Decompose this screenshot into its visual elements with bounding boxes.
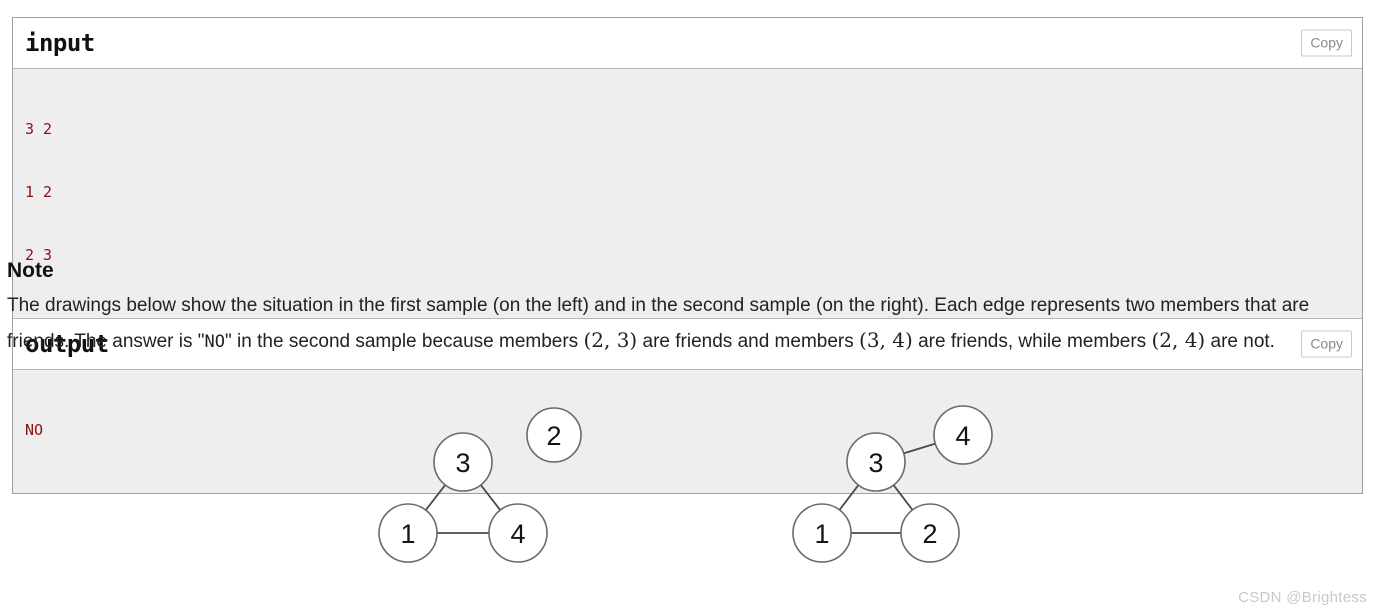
note-pair-3-4: (3, 4) (859, 328, 913, 352)
graph-edge-3-4 (480, 484, 501, 511)
input-code-block[interactable]: 3 2 1 2 2 3 (13, 69, 1362, 319)
first-sample-graph: 1 4 3 2 (378, 407, 582, 563)
graph-node-3: 3 (433, 432, 493, 492)
graph-node-label: 1 (400, 519, 415, 549)
graph-node-label: 2 (546, 421, 561, 451)
graph-node-1: 1 (378, 503, 438, 563)
graph-node-label: 4 (510, 519, 525, 549)
graph-edge-1-3 (425, 484, 446, 511)
sample-graphs-illustration: 1 4 3 2 1 2 3 4 (0, 396, 1381, 576)
input-header: input Copy (13, 18, 1362, 69)
graph-node-label: 3 (455, 448, 470, 478)
graph-node-label: 3 (868, 448, 883, 478)
graph-node-label: 1 (814, 519, 829, 549)
note-text-part-4: are friends, while members (912, 331, 1152, 352)
graph-edge-1-3 (838, 484, 860, 511)
note-text-part-2: " in the second sample because members (225, 331, 584, 352)
graph-node-label: 2 (922, 519, 937, 549)
copy-input-button[interactable]: Copy (1301, 29, 1352, 57)
graph-node-2: 2 (526, 407, 582, 463)
graph-node-4: 4 (933, 405, 993, 465)
csdn-watermark: CSDN @Brightess (1238, 589, 1367, 606)
graph-edge-3-4 (903, 442, 936, 455)
second-sample-graph: 1 2 3 4 (792, 405, 993, 563)
note-pair-2-4: (2, 4) (1151, 328, 1206, 352)
graph-node-4: 4 (488, 503, 548, 563)
graph-node-label: 4 (955, 421, 970, 451)
note-text-part-3: are friends and members (637, 331, 860, 352)
note-heading: Note (7, 259, 54, 282)
input-title: input (25, 29, 95, 57)
graph-edge-3-2 (892, 484, 914, 511)
graph-node-2: 2 (900, 503, 960, 563)
input-code-line: 1 2 (25, 183, 53, 201)
note-text-part-5: are not. (1205, 331, 1275, 352)
note-answer-literal: NO (204, 332, 226, 352)
input-code-line: 3 2 (25, 120, 53, 138)
note-pair-2-3: (2, 3) (583, 328, 638, 352)
input-code-line: 2 3 (25, 246, 53, 264)
graph-node-1: 1 (792, 503, 852, 563)
graph-node-3: 3 (846, 432, 906, 492)
note-body: The drawings below show the situation in… (7, 288, 1359, 360)
graphs-svg: 1 4 3 2 1 2 3 4 (378, 405, 993, 563)
